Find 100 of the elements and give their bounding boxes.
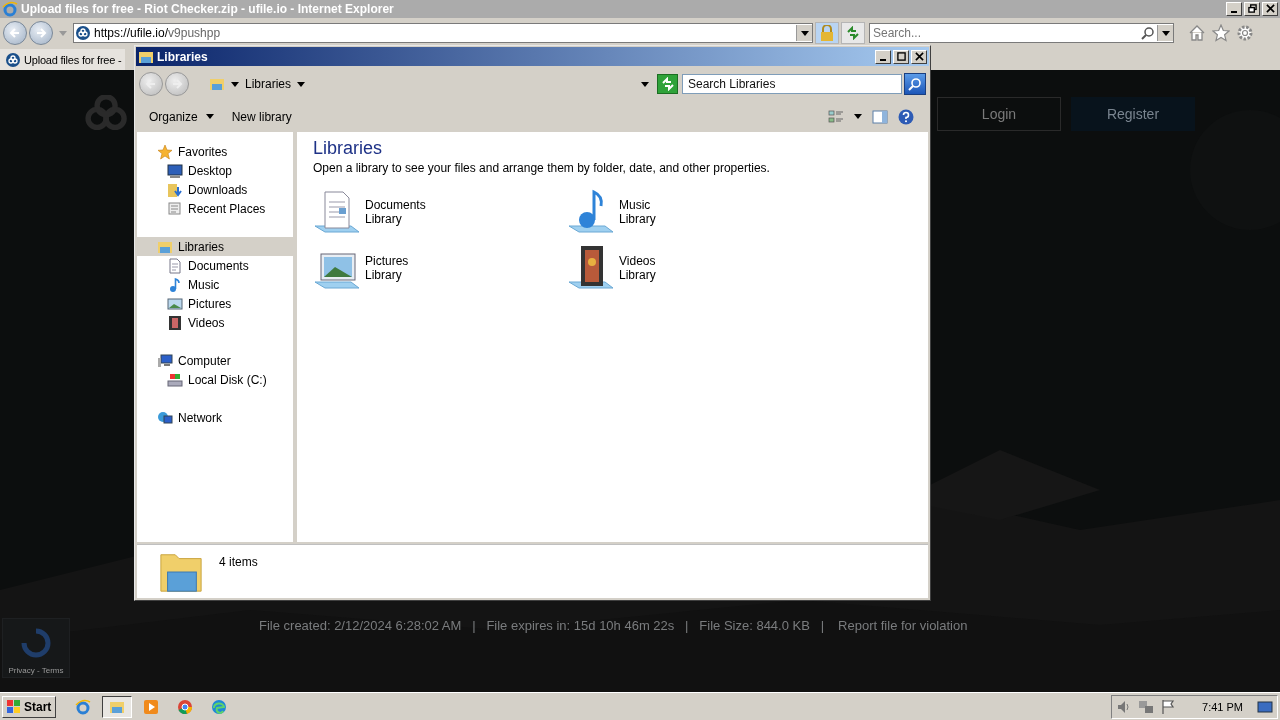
browser-icon bbox=[211, 698, 228, 715]
site-logo-icon bbox=[84, 95, 130, 131]
minimize-icon bbox=[1231, 11, 1237, 13]
library-item[interactable]: Music Library bbox=[567, 187, 821, 237]
minimize-icon bbox=[880, 58, 886, 61]
library-name: Documents bbox=[365, 198, 426, 212]
restore-button[interactable] bbox=[1244, 2, 1260, 16]
nav-item[interactable]: Computer bbox=[137, 351, 293, 370]
preview-pane-icon[interactable] bbox=[872, 108, 888, 125]
back-arrow-icon bbox=[9, 27, 21, 39]
report-link[interactable]: Report file for violation bbox=[838, 618, 968, 633]
close-button[interactable] bbox=[1262, 2, 1278, 16]
star-icon[interactable] bbox=[1212, 24, 1230, 42]
login-button[interactable]: Login bbox=[937, 97, 1061, 131]
search-field[interactable]: Search Libraries bbox=[682, 74, 902, 94]
restore-icon bbox=[1247, 4, 1257, 13]
explorer-taskbar-button[interactable] bbox=[102, 695, 133, 718]
library-type: Library bbox=[365, 212, 403, 226]
network-icon bbox=[157, 409, 173, 426]
page-heading: Libraries bbox=[313, 138, 384, 159]
library-item[interactable]: Pictures Library bbox=[313, 243, 567, 293]
show-desktop-icon[interactable] bbox=[1257, 698, 1273, 715]
desktop-icon bbox=[167, 162, 183, 179]
library-item[interactable]: Documents Library bbox=[313, 187, 567, 237]
address-bar[interactable]: https://ufile.io/v9pushpp bbox=[73, 23, 813, 43]
nav-item[interactable]: Music bbox=[137, 275, 293, 294]
network-icon[interactable] bbox=[1138, 698, 1155, 715]
close-icon bbox=[914, 51, 924, 61]
item-count-text: 4 items bbox=[219, 555, 258, 569]
browser-tab[interactable]: Upload files for free - bbox=[0, 49, 125, 70]
dropdown-button[interactable] bbox=[796, 25, 812, 41]
flag-icon[interactable] bbox=[1160, 698, 1177, 715]
search-field[interactable]: Search... bbox=[869, 23, 1174, 43]
document-library-icon bbox=[313, 188, 361, 236]
refresh-button[interactable] bbox=[841, 22, 865, 44]
search-button[interactable] bbox=[904, 73, 926, 95]
picture-icon bbox=[167, 295, 183, 312]
caret-icon[interactable] bbox=[641, 81, 649, 87]
dropdown-button[interactable] bbox=[1157, 25, 1173, 41]
nav-item[interactable]: Recent Places bbox=[137, 199, 293, 218]
caret-icon[interactable] bbox=[231, 81, 239, 87]
caret-icon bbox=[1161, 30, 1170, 36]
search-icon bbox=[908, 77, 922, 91]
address-bar[interactable]: Libraries bbox=[205, 73, 655, 95]
recaptcha-icon bbox=[21, 628, 51, 658]
home-icon[interactable] bbox=[1188, 24, 1206, 42]
forward-button[interactable] bbox=[29, 21, 53, 45]
ie-logo-icon bbox=[2, 1, 18, 17]
recent-icon bbox=[167, 200, 183, 217]
window-title: Libraries bbox=[157, 49, 209, 64]
caret-icon bbox=[800, 30, 809, 36]
search-icon[interactable] bbox=[1141, 26, 1155, 40]
clock-text: 7:41 PM bbox=[1202, 700, 1243, 713]
nav-item[interactable]: Downloads bbox=[137, 180, 293, 199]
library-name: Music bbox=[619, 198, 652, 212]
organize-button[interactable]: Organize bbox=[145, 106, 218, 127]
back-button[interactable] bbox=[3, 21, 27, 45]
caret-icon bbox=[205, 114, 214, 119]
browser-icon bbox=[177, 698, 194, 715]
star-icon bbox=[157, 143, 173, 160]
library-name: Pictures bbox=[365, 254, 409, 268]
refresh-button[interactable] bbox=[657, 74, 678, 94]
nav-item[interactable]: Videos bbox=[137, 313, 293, 332]
register-button[interactable]: Register bbox=[1071, 97, 1195, 131]
start-button[interactable]: Start bbox=[2, 695, 57, 718]
file-info-text: File created: 2/12/2024 6:28:02 AM | File expires in: 15d 10h 46m 22s | File Size: 844.0 KB | bbox=[259, 618, 825, 633]
close-button[interactable] bbox=[911, 49, 927, 64]
document-icon bbox=[167, 257, 183, 274]
new-library-button[interactable]: New library bbox=[227, 106, 296, 127]
forward-arrow-icon bbox=[35, 27, 47, 39]
play-icon bbox=[143, 698, 160, 715]
library-type: Library bbox=[365, 268, 403, 282]
nav-item[interactable]: Favorites bbox=[137, 142, 293, 161]
minimize-button[interactable] bbox=[875, 49, 891, 64]
video-library-icon bbox=[567, 244, 615, 292]
library-name: Videos bbox=[619, 254, 656, 268]
recaptcha-badge[interactable]: Privacy - Terms bbox=[2, 618, 70, 678]
caret-icon[interactable] bbox=[854, 114, 862, 119]
downloads-icon bbox=[167, 181, 183, 198]
music-library-icon bbox=[567, 188, 615, 236]
minimize-button[interactable] bbox=[1226, 2, 1242, 16]
nav-item[interactable]: Pictures bbox=[137, 294, 293, 313]
site-logo-icon bbox=[76, 26, 90, 40]
maximize-button[interactable] bbox=[893, 49, 909, 64]
view-options-icon[interactable] bbox=[828, 108, 844, 125]
library-item[interactable]: Videos Library bbox=[567, 243, 821, 293]
nav-item[interactable]: Desktop bbox=[137, 161, 293, 180]
nav-item[interactable]: Network bbox=[137, 408, 293, 427]
disk-icon bbox=[167, 371, 183, 388]
settings-icon[interactable] bbox=[1236, 24, 1254, 42]
window-title: Upload files for free - Riot Checker.zip - ufile.io - Internet Explorer bbox=[21, 2, 395, 16]
breadcrumb-item[interactable]: Libraries bbox=[245, 77, 292, 91]
caret-icon[interactable] bbox=[297, 81, 306, 87]
forward-arrow-icon bbox=[171, 78, 183, 90]
video-icon bbox=[167, 314, 183, 331]
nav-item[interactable]: Local Disk (C:) bbox=[137, 370, 293, 389]
lock-icon bbox=[820, 25, 834, 41]
nav-item[interactable]: Libraries bbox=[137, 237, 293, 256]
help-icon[interactable] bbox=[898, 108, 914, 125]
nav-item[interactable]: Documents bbox=[137, 256, 293, 275]
